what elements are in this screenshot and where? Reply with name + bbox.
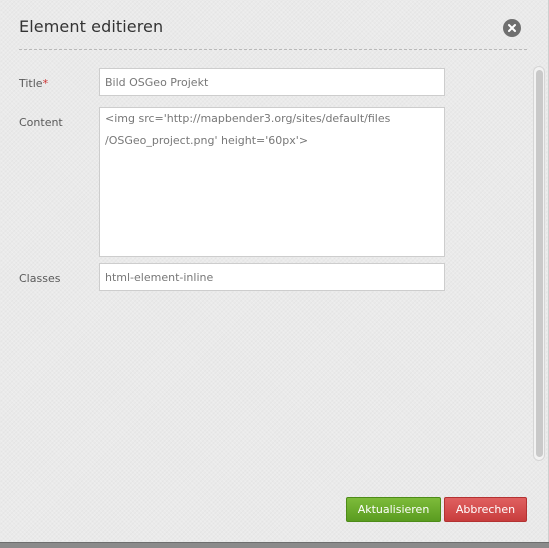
scrollbar-thumb[interactable] <box>536 70 543 457</box>
header-divider <box>19 49 527 50</box>
cancel-button[interactable]: Abbrechen <box>444 497 527 522</box>
title-input[interactable] <box>99 68 445 96</box>
close-button[interactable] <box>503 19 521 37</box>
title-label: Title* <box>19 77 48 90</box>
edit-element-dialog: Element editieren Title* Content <img sr… <box>0 0 549 542</box>
title-label-text: Title <box>19 77 43 90</box>
classes-label: Classes <box>19 272 61 285</box>
content-textarea[interactable]: <img src='http://mapbender3.org/sites/de… <box>99 107 445 257</box>
close-icon <box>507 23 517 33</box>
update-button[interactable]: Aktualisieren <box>346 497 441 522</box>
required-marker: * <box>42 77 49 90</box>
dialog-title: Element editieren <box>19 17 164 36</box>
content-label: Content <box>19 116 63 129</box>
classes-input[interactable] <box>99 263 445 291</box>
window-bottom-edge <box>0 542 549 548</box>
